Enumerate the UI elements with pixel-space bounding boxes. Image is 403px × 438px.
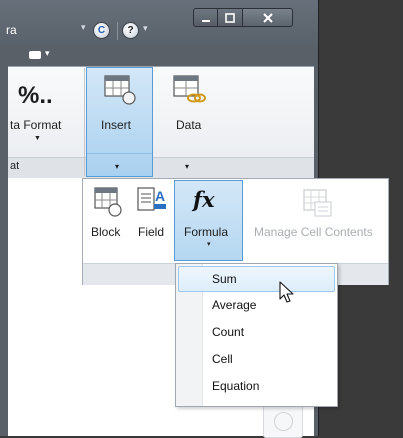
insert-caret-icon: ▾ (115, 162, 120, 171)
menu-item-sum[interactable]: Sum (178, 266, 335, 292)
help-button[interactable]: ? (122, 22, 139, 39)
data-format-button[interactable]: ta Format (10, 118, 61, 132)
maximize-button[interactable] (218, 8, 243, 27)
refresh-icon: C (97, 25, 106, 36)
minimize-icon (201, 19, 210, 22)
maximize-icon (225, 12, 235, 23)
mouse-pointer-icon (279, 281, 294, 303)
manage-cell-contents-button: Manage Cell Contents (254, 225, 373, 239)
data-caret-icon[interactable]: ▾ (185, 162, 189, 171)
ribbon-group-label-bar (8, 157, 314, 179)
keyboard-icon[interactable] (29, 51, 41, 59)
manage-cell-contents-icon (303, 189, 332, 217)
insert-button-label: Insert (101, 118, 132, 132)
minimize-button[interactable] (193, 8, 218, 27)
window-controls (193, 8, 293, 28)
data-link-icon (173, 75, 206, 103)
block-button[interactable]: Block (91, 225, 120, 239)
formula-button-label: Formula (184, 225, 229, 239)
quick-access-dropdown-icon[interactable]: ▾ (45, 48, 50, 59)
menu-item-cell[interactable]: Cell (178, 346, 335, 372)
formula-fx-icon: fx (193, 187, 215, 212)
refresh-circle-button[interactable]: C (93, 22, 110, 39)
help-icon: ? (127, 25, 134, 36)
svg-text:A: A (155, 188, 165, 204)
close-button[interactable] (243, 8, 293, 27)
group-separator (84, 68, 85, 176)
block-icon[interactable] (93, 186, 123, 218)
menu-item-equation[interactable]: Equation (178, 373, 335, 399)
menu-item-average[interactable]: Average (178, 292, 335, 318)
insert-table-icon (104, 75, 136, 105)
field-icon[interactable]: A (136, 186, 168, 218)
window-title: ra (6, 23, 17, 37)
menu-item-count[interactable]: Count (178, 319, 335, 345)
title-separator (117, 22, 118, 40)
insert-split-divider (87, 153, 152, 154)
title-dropdown-icon[interactable]: ▾ (81, 22, 86, 33)
ring-icon (274, 412, 293, 431)
help-dropdown-icon[interactable]: ▾ (143, 23, 148, 34)
data-button[interactable]: Data (176, 118, 201, 132)
close-icon (262, 12, 273, 23)
field-button[interactable]: Field (138, 225, 164, 239)
formula-caret-icon: ▾ (207, 241, 211, 248)
format-group-label: at (10, 160, 20, 172)
percent-format-icon[interactable]: %.. (18, 82, 53, 110)
data-format-caret-icon: ▼ (34, 135, 41, 142)
